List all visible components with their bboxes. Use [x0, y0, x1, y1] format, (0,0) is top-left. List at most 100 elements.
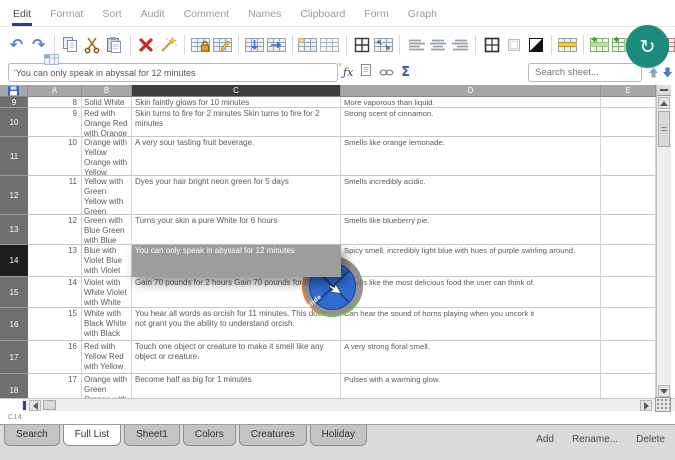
cell-A11[interactable]: 10	[28, 137, 82, 176]
cell-E12[interactable]	[601, 176, 656, 215]
cell-D14[interactable]: Spicy smell, incredibly light blue with …	[341, 245, 601, 277]
cell-E17[interactable]	[601, 341, 656, 374]
split-handle[interactable]	[657, 85, 671, 96]
cell-C13[interactable]: Turns your skin a pure White for 6 hours	[132, 215, 341, 245]
tab-colors[interactable]: Colors	[183, 425, 236, 446]
cell-D11[interactable]: Smells like orange lemonade.	[341, 137, 601, 176]
scroll-down-button[interactable]	[658, 385, 670, 397]
tab-full-list[interactable]: Full List	[63, 425, 121, 446]
cell-A14[interactable]: 13	[28, 245, 82, 277]
resize-grip[interactable]	[655, 397, 671, 412]
cell-D16[interactable]: Can hear the sound of horns playing when…	[341, 308, 601, 341]
row-header-14[interactable]: 14	[0, 245, 28, 277]
cell-A9[interactable]: 8	[28, 97, 82, 108]
cell-C16[interactable]: You hear all words as orcish for 11 minu…	[132, 308, 341, 341]
edit-cell-icon[interactable]	[213, 34, 232, 56]
document-icon[interactable]	[360, 63, 372, 82]
cell-B12[interactable]: Yellow with Green Yellow with Green	[82, 176, 132, 215]
scroll-up-button[interactable]	[658, 97, 670, 109]
borders-icon[interactable]	[482, 34, 501, 56]
menu-graph[interactable]: Graph	[407, 1, 438, 26]
table-grid-icon[interactable]	[320, 34, 339, 56]
row-header-12[interactable]: 12	[0, 176, 28, 215]
delete-icon[interactable]	[137, 34, 156, 56]
row-header-10[interactable]: 10	[0, 108, 28, 137]
menu-comment[interactable]: Comment	[183, 1, 231, 26]
row-header-17[interactable]: 17	[0, 341, 28, 374]
cell-B18[interactable]: Orange with Green Orange with Green	[82, 374, 132, 398]
horizontal-scroll-thumb[interactable]	[43, 400, 56, 410]
sum-icon[interactable]: Σ	[401, 65, 410, 80]
function-icon[interactable]: *ƒx	[343, 66, 353, 79]
cell-E18[interactable]	[601, 374, 656, 398]
cell-A12[interactable]: 11	[28, 176, 82, 215]
cell-D12[interactable]: Smells incredibly acidic.	[341, 176, 601, 215]
merge-cells-icon[interactable]	[352, 34, 371, 56]
rename-button[interactable]: Rename...	[572, 434, 618, 445]
cell-D15[interactable]: Smells like the most delicious food the …	[341, 277, 601, 308]
menu-edit[interactable]: Edit	[12, 1, 32, 26]
cell-E16[interactable]	[601, 308, 656, 341]
vertical-scroll-thumb[interactable]	[658, 111, 670, 147]
cell-A15[interactable]: 14	[28, 277, 82, 308]
row-header-18[interactable]: 18	[0, 374, 28, 398]
menu-names[interactable]: Names	[247, 1, 282, 26]
tab-holiday[interactable]: Holiday	[310, 425, 367, 446]
scroll-right-button[interactable]	[640, 400, 652, 411]
cell-B9[interactable]: Solid White	[82, 97, 132, 108]
row-header-15[interactable]: 15	[0, 277, 28, 308]
cell-A16[interactable]: 15	[28, 308, 82, 341]
horizontal-scrollbar[interactable]	[0, 398, 675, 411]
cell-B10[interactable]: Red with Orange Red with Orange	[82, 108, 132, 137]
column-header-a[interactable]: A	[28, 85, 82, 97]
cell-C11[interactable]: A very sour tasting fruit beverage.	[132, 137, 341, 176]
row-header-11[interactable]: 11	[0, 137, 28, 176]
column-header-d[interactable]: D	[341, 85, 601, 97]
cell-B13[interactable]: Green with Blue Green with Blue	[82, 215, 132, 245]
cell-A13[interactable]: 12	[28, 215, 82, 245]
align-left-icon[interactable]	[406, 34, 425, 56]
row-header-9[interactable]: 9	[0, 97, 28, 108]
cell-E13[interactable]	[601, 215, 656, 245]
cell-B15[interactable]: Violet with White Violet with White	[82, 277, 132, 308]
scroll-left-button[interactable]	[29, 400, 41, 411]
cell-C17[interactable]: Touch one object or creature to make it …	[132, 341, 341, 374]
cell-B16[interactable]: White with Black White with Black	[82, 308, 132, 341]
align-center-icon[interactable]	[428, 34, 447, 56]
column-header-c[interactable]: C	[132, 85, 341, 97]
cell-E11[interactable]	[601, 137, 656, 176]
cell-A10[interactable]: 9	[28, 108, 82, 137]
cell-D9[interactable]: More vaporous than liquid.	[341, 97, 601, 108]
cell-D18[interactable]: Pulses with a warming glow.	[341, 374, 601, 398]
menu-sort[interactable]: Sort	[101, 1, 122, 26]
cell-A18[interactable]: 17	[28, 374, 82, 398]
fill-none-icon[interactable]	[504, 34, 523, 56]
search-next-icon[interactable]	[661, 64, 674, 80]
vertical-scrollbar[interactable]	[656, 85, 671, 398]
column-header-e[interactable]: E	[601, 85, 656, 97]
cell-C10[interactable]: Skin turns to fire for 2 minutes Skin tu…	[132, 108, 341, 137]
menu-audit[interactable]: Audit	[140, 1, 166, 26]
delete-button[interactable]: Delete	[636, 434, 665, 445]
cut-icon[interactable]	[83, 34, 102, 56]
row-header-13[interactable]: 13	[0, 215, 28, 245]
cell-B14[interactable]: Blue with Violet Blue with Violet	[82, 245, 132, 277]
cell-B17[interactable]: Red with Yellow Red with Yellow	[82, 341, 132, 374]
paste-icon[interactable]	[105, 34, 124, 56]
unmerge-cells-icon[interactable]	[374, 34, 393, 56]
dragged-cell[interactable]: You can only speak in abyssal for 12 min…	[132, 245, 341, 277]
menu-format[interactable]: Format	[49, 1, 84, 26]
insert-column-icon[interactable]	[267, 34, 286, 56]
clear-format-icon[interactable]	[159, 34, 178, 56]
link-icon[interactable]	[379, 64, 394, 82]
tab-sheet1[interactable]: Sheet1	[124, 425, 180, 446]
copy-icon[interactable]	[61, 34, 80, 56]
horizontal-split-handle[interactable]	[23, 401, 26, 410]
format-table-icon[interactable]	[298, 34, 317, 56]
insert-row-icon[interactable]	[245, 34, 264, 56]
tab-creatures[interactable]: Creatures	[239, 425, 307, 446]
cell-C12[interactable]: Dyes your hair bright neon green for 5 d…	[132, 176, 341, 215]
search-input[interactable]	[528, 63, 642, 82]
cell-E14[interactable]	[601, 245, 656, 277]
add-row-icon[interactable]	[590, 34, 609, 56]
